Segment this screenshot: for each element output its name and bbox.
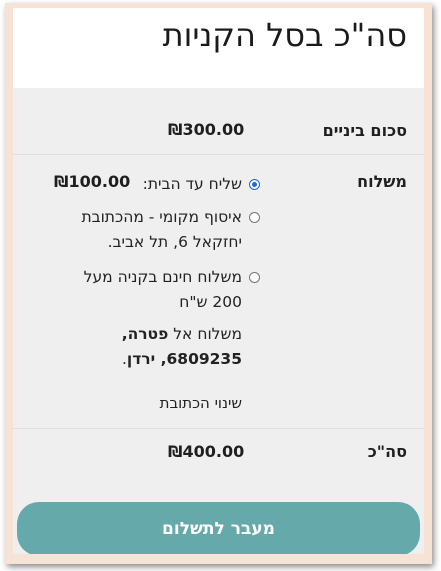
shipping-option-free-line1: משלוח חינם בקניה מעל	[83, 268, 242, 286]
title-bar: סה"כ בסל הקניות	[13, 8, 424, 88]
ship-to-line2: 6809235, ירדן.	[122, 347, 242, 371]
shipping-option-courier-label: שליח עד הבית:	[142, 175, 242, 193]
shipping-label: משלוח	[357, 172, 407, 191]
shipping-option-courier-price: ₪100.00	[54, 172, 131, 191]
total-value: ₪400.00	[168, 442, 245, 461]
divider	[13, 154, 424, 155]
total-label: סה"כ	[367, 442, 407, 461]
shipping-option-free-line2: 200 ש"ח	[179, 293, 242, 311]
cart-totals-title: סה"כ בסל הקניות	[162, 16, 407, 54]
shipping-option-free-radio[interactable]	[249, 272, 260, 283]
ship-to-prefix: משלוח אל	[173, 325, 242, 343]
checkout-button[interactable]: מעבר לתשלום	[17, 502, 420, 554]
shipping-option-pickup-radio[interactable]	[249, 212, 260, 223]
ship-to-zip-country: 6809235, ירדן	[126, 350, 242, 368]
divider	[13, 428, 424, 429]
subtotal-value: ₪300.00	[168, 120, 245, 139]
shipping-option-pickup-line1: איסוף מקומי - מהכתובת	[81, 208, 242, 226]
shipping-option-courier-radio[interactable]	[249, 179, 260, 190]
shipping-option-pickup-line2: יחזקאל 6, תל אביב.	[107, 233, 242, 251]
ship-to-city: פטרה,	[121, 325, 169, 343]
ship-to-line1: משלוח אל פטרה,	[122, 322, 242, 346]
subtotal-label: סכום ביניים	[322, 121, 407, 140]
cart-totals-panel: סה"כ בסל הקניות סכום ביניים ₪300.00 משלו…	[13, 8, 424, 554]
change-address-link[interactable]: שינוי הכתובת	[160, 394, 242, 412]
